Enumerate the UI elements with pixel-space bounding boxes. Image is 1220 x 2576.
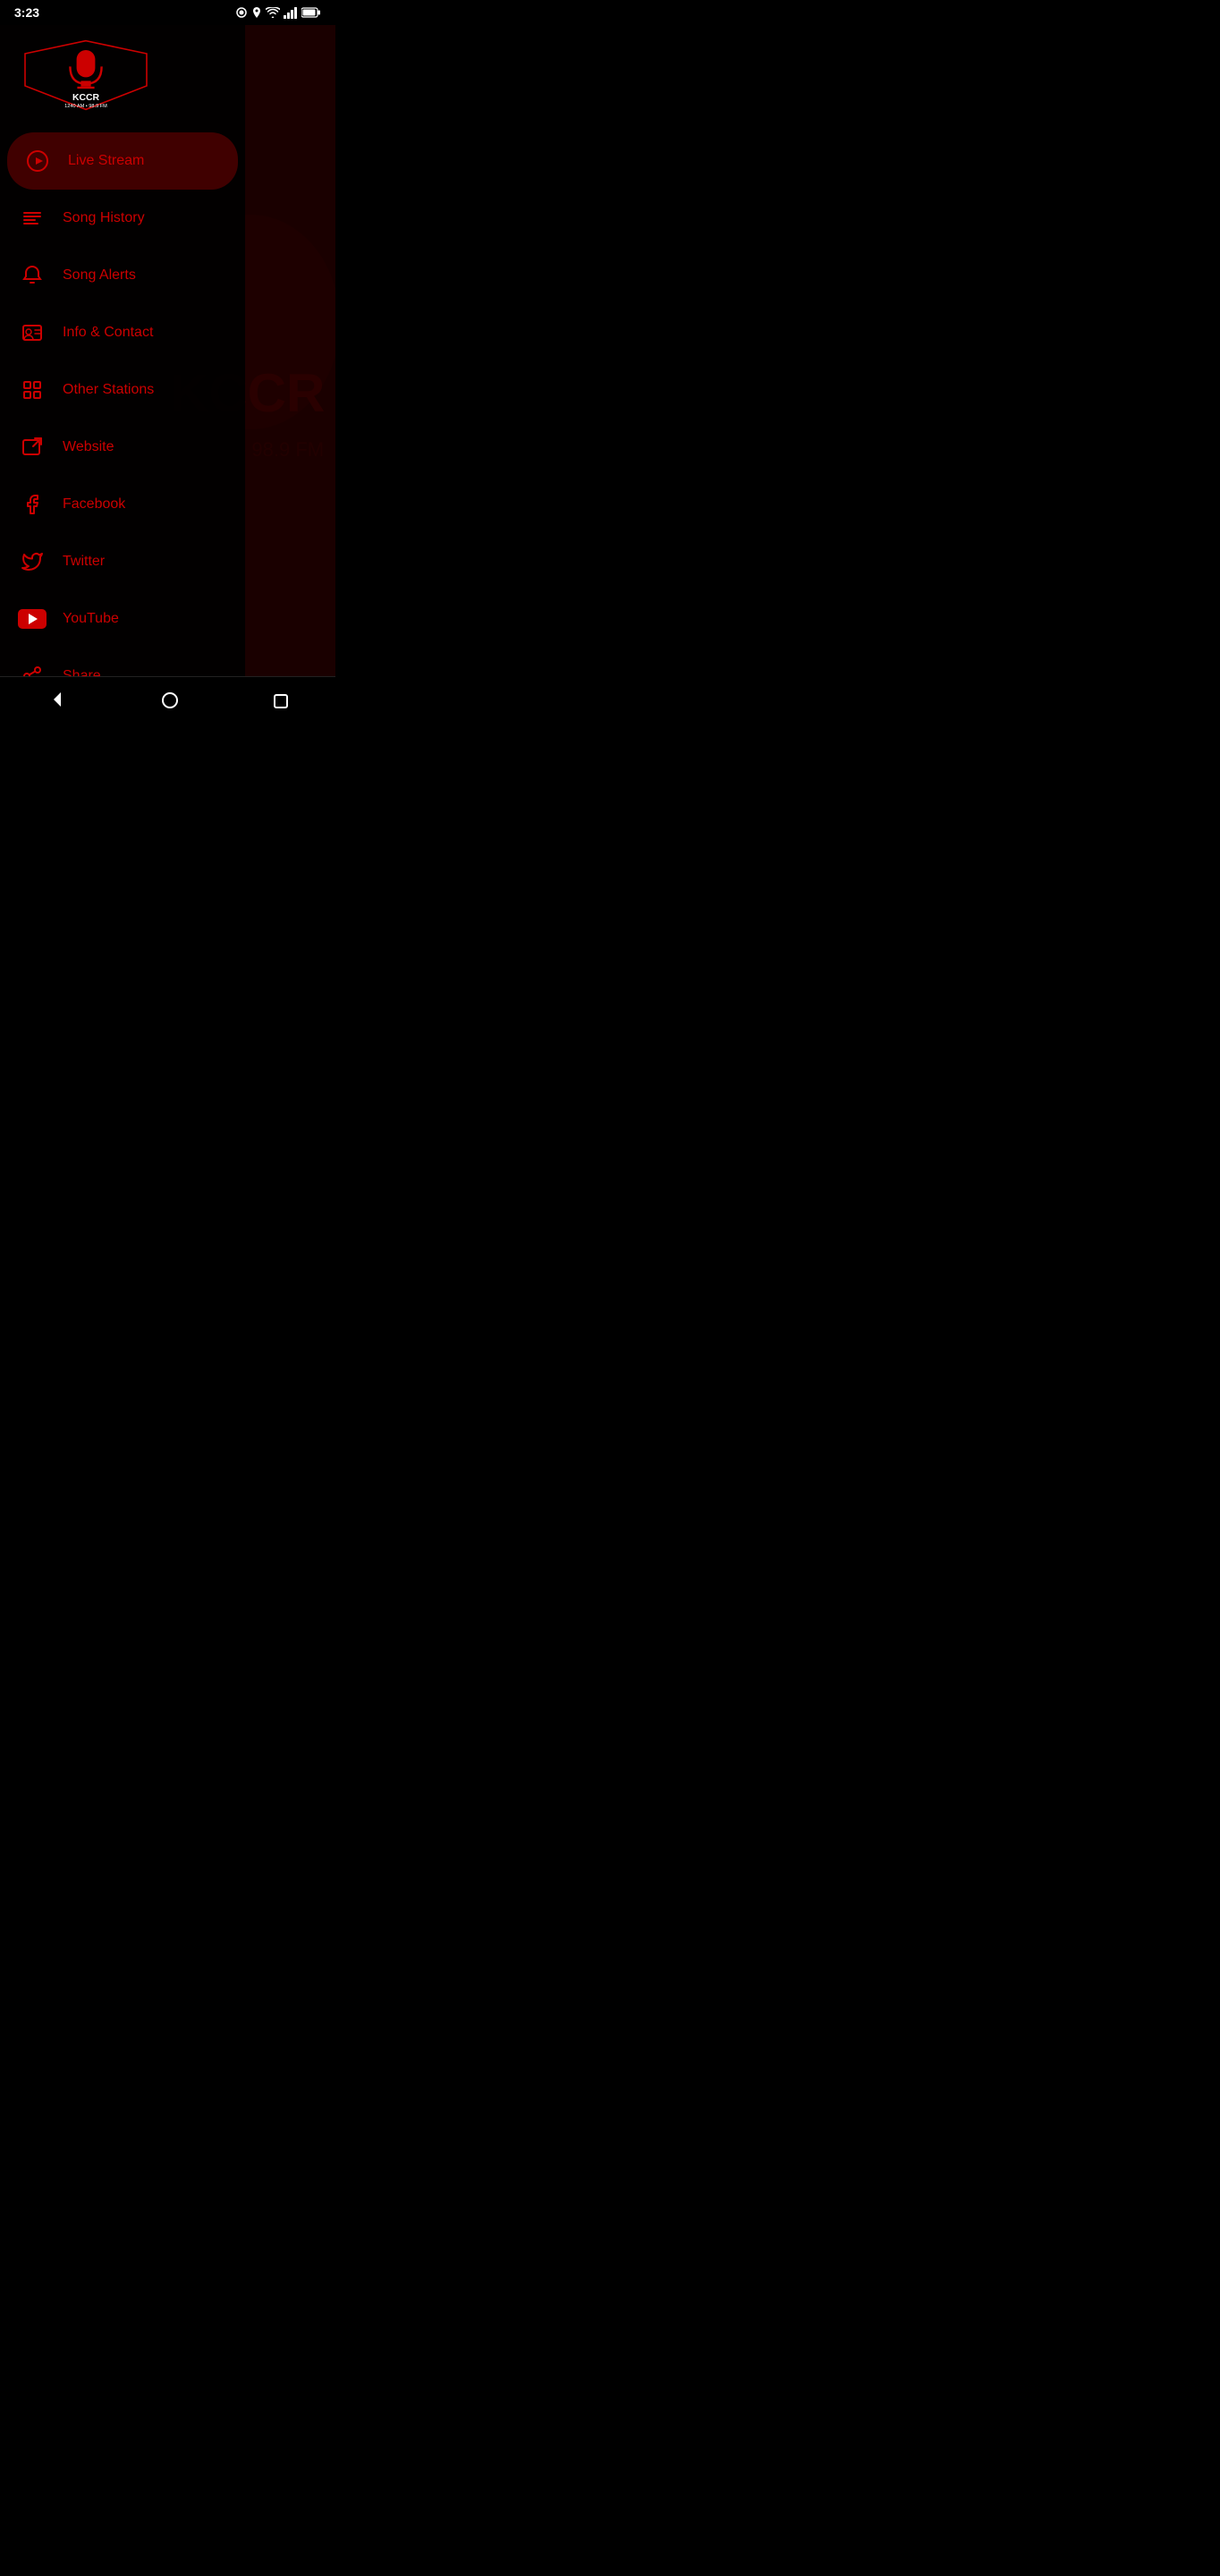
menu-item-other-stations[interactable]: Other Stations [0,361,245,419]
website-icon [16,431,48,463]
wifi-icon [266,7,280,18]
menu-item-song-alerts[interactable]: Song Alerts [0,247,245,304]
menu-item-song-history[interactable]: Song History [0,190,245,247]
menu-item-info-contact[interactable]: Info & Contact [0,304,245,361]
battery-icon [301,7,321,18]
status-icons [235,6,321,19]
kccr-logo-svg: KCCR 1240 AM • 98.9 FM [14,39,157,111]
website-label: Website [63,439,114,455]
song-history-icon [16,202,48,234]
other-stations-label: Other Stations [63,382,154,398]
status-time: 3:23 [14,5,39,20]
record-icon [235,6,248,19]
back-button[interactable] [27,683,88,721]
menu-item-share[interactable]: Share [0,648,245,676]
svg-text:1240 AM • 98.9 FM: 1240 AM • 98.9 FM [64,104,107,109]
menu-item-live-stream[interactable]: Live Stream [7,132,238,190]
signal-icon [284,7,298,19]
status-bar: 3:23 [0,0,335,25]
song-history-label: Song History [63,210,145,226]
share-icon [16,660,48,676]
menu-item-youtube[interactable]: YouTube [0,590,245,648]
bell-icon [16,259,48,292]
svg-text:KCCR: KCCR [72,93,100,103]
menu-item-facebook[interactable]: Facebook [0,476,245,533]
share-label: Share [63,668,101,676]
home-button[interactable] [140,683,199,721]
facebook-label: Facebook [63,496,125,513]
grid-icon [16,374,48,406]
menu-list: Live Stream Song History S [0,132,245,676]
kccr-logo: KCCR 1240 AM • 98.9 FM [14,39,157,111]
live-stream-label: Live Stream [68,153,144,169]
info-contact-label: Info & Contact [63,325,153,341]
recents-button[interactable] [252,683,309,721]
location-icon [251,6,262,19]
drawer-logo-area: KCCR 1240 AM • 98.9 FM [0,25,245,132]
contact-icon [16,317,48,349]
play-icon [21,145,54,177]
navigation-drawer: KCCR 1240 AM • 98.9 FM Live Stream [0,25,245,676]
twitter-icon [16,546,48,578]
facebook-icon [16,488,48,521]
nav-bar [0,676,335,726]
song-alerts-label: Song Alerts [63,267,136,284]
youtube-label: YouTube [63,611,119,627]
menu-item-website[interactable]: Website [0,419,245,476]
twitter-label: Twitter [63,554,105,570]
menu-item-twitter[interactable]: Twitter [0,533,245,590]
youtube-icon [16,603,48,635]
